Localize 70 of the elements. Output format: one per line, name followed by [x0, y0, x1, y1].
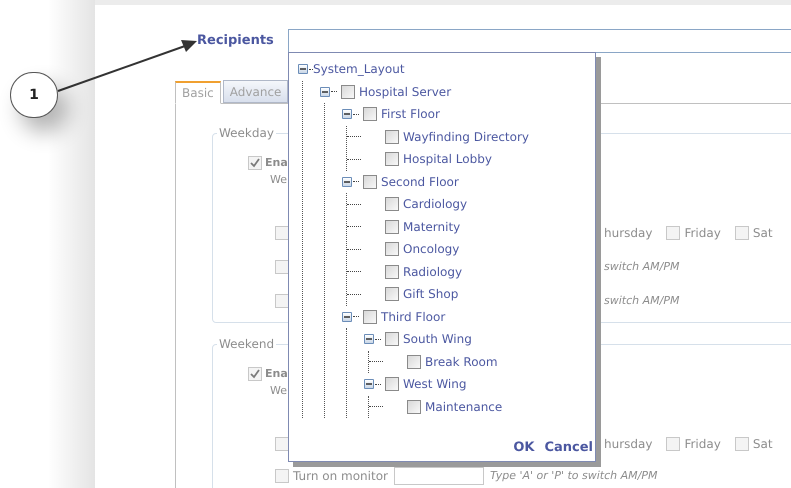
enable-description: We: [270, 383, 287, 399]
tree-item[interactable]: Hospital Lobby: [403, 150, 492, 168]
checkbox[interactable]: [734, 437, 749, 451]
checkbox[interactable]: [385, 332, 399, 346]
checkbox[interactable]: [275, 469, 289, 483]
enable-label: Ena: [265, 366, 288, 382]
checkbox[interactable]: [666, 226, 680, 240]
checkbox[interactable]: [385, 287, 399, 302]
day-label: Sat: [752, 225, 773, 242]
collapse-icon[interactable]: [364, 334, 374, 344]
day-label: Sat: [752, 436, 773, 453]
day-label: Friday: [684, 225, 721, 242]
enable-label: Ena: [265, 154, 288, 171]
checkbox[interactable]: [734, 226, 749, 240]
checkbox[interactable]: [363, 310, 377, 324]
tree-item[interactable]: Radiology: [403, 262, 462, 281]
checkbox[interactable]: [275, 294, 289, 308]
collapse-icon[interactable]: [320, 86, 330, 97]
checkbox[interactable]: [407, 354, 421, 369]
enable-description: We: [270, 172, 287, 188]
recipients-field[interactable]: [288, 29, 791, 53]
tree-item[interactable]: Cardiology: [403, 195, 468, 214]
section-legend: Weekday: [217, 124, 276, 142]
popup-link[interactable]: OK: [513, 438, 534, 457]
popup-link[interactable]: Cancel: [544, 438, 593, 457]
tree-item[interactable]: Hospital Server: [359, 82, 452, 101]
checkbox[interactable]: [275, 437, 289, 451]
tree-item[interactable]: Oncology: [403, 240, 460, 258]
checkbox[interactable]: [248, 156, 262, 170]
checkbox[interactable]: [275, 226, 289, 240]
tree-item[interactable]: Maintenance: [425, 398, 502, 416]
tree-item[interactable]: Wayfinding Directory: [403, 128, 530, 146]
checkbox[interactable]: [275, 260, 289, 274]
collapse-icon[interactable]: [342, 176, 352, 187]
checkbox[interactable]: [385, 130, 399, 144]
checkbox[interactable]: [385, 197, 399, 212]
recipients-label: Recipients: [197, 32, 275, 50]
time-hint: switch AM/PM: [604, 292, 680, 309]
checkbox[interactable]: [385, 220, 399, 234]
time-hint: switch AM/PM: [604, 258, 680, 275]
day-label: hursday: [604, 225, 652, 242]
checkbox[interactable]: [385, 242, 399, 256]
monitor-label: Turn on monitor: [293, 468, 388, 485]
tree-item[interactable]: Gift Shop: [403, 285, 458, 304]
checkbox[interactable]: [385, 264, 399, 279]
section-legend: Weekend: [217, 335, 276, 353]
tree-item[interactable]: First Floor: [381, 105, 440, 124]
checkbox[interactable]: [385, 377, 399, 392]
checkbox[interactable]: [363, 107, 377, 122]
collapse-icon[interactable]: [364, 379, 374, 390]
day-label: Friday: [684, 436, 721, 453]
time-hint: Type 'A' or 'P' to switch AM/PM: [490, 468, 658, 484]
checkbox[interactable]: [363, 174, 377, 189]
tree-item[interactable]: System_Layout: [313, 60, 405, 78]
tree-item[interactable]: Maternity: [403, 218, 460, 236]
checkbox[interactable]: [248, 367, 262, 381]
collapse-icon[interactable]: [298, 64, 308, 74]
tree-item[interactable]: Third Floor: [381, 308, 446, 326]
checkbox[interactable]: [385, 152, 399, 166]
tree-item[interactable]: Second Floor: [381, 172, 459, 191]
tree-item[interactable]: Break Room: [425, 352, 498, 371]
tree-item[interactable]: West Wing: [403, 375, 466, 394]
time-field[interactable]: [394, 467, 484, 485]
checkbox[interactable]: [341, 84, 355, 99]
checkbox[interactable]: [666, 437, 680, 451]
collapse-icon[interactable]: [342, 312, 352, 322]
checkbox[interactable]: [407, 400, 421, 414]
tree-item[interactable]: South Wing: [403, 330, 472, 348]
day-label: hursday: [604, 436, 652, 453]
collapse-icon[interactable]: [342, 109, 352, 120]
